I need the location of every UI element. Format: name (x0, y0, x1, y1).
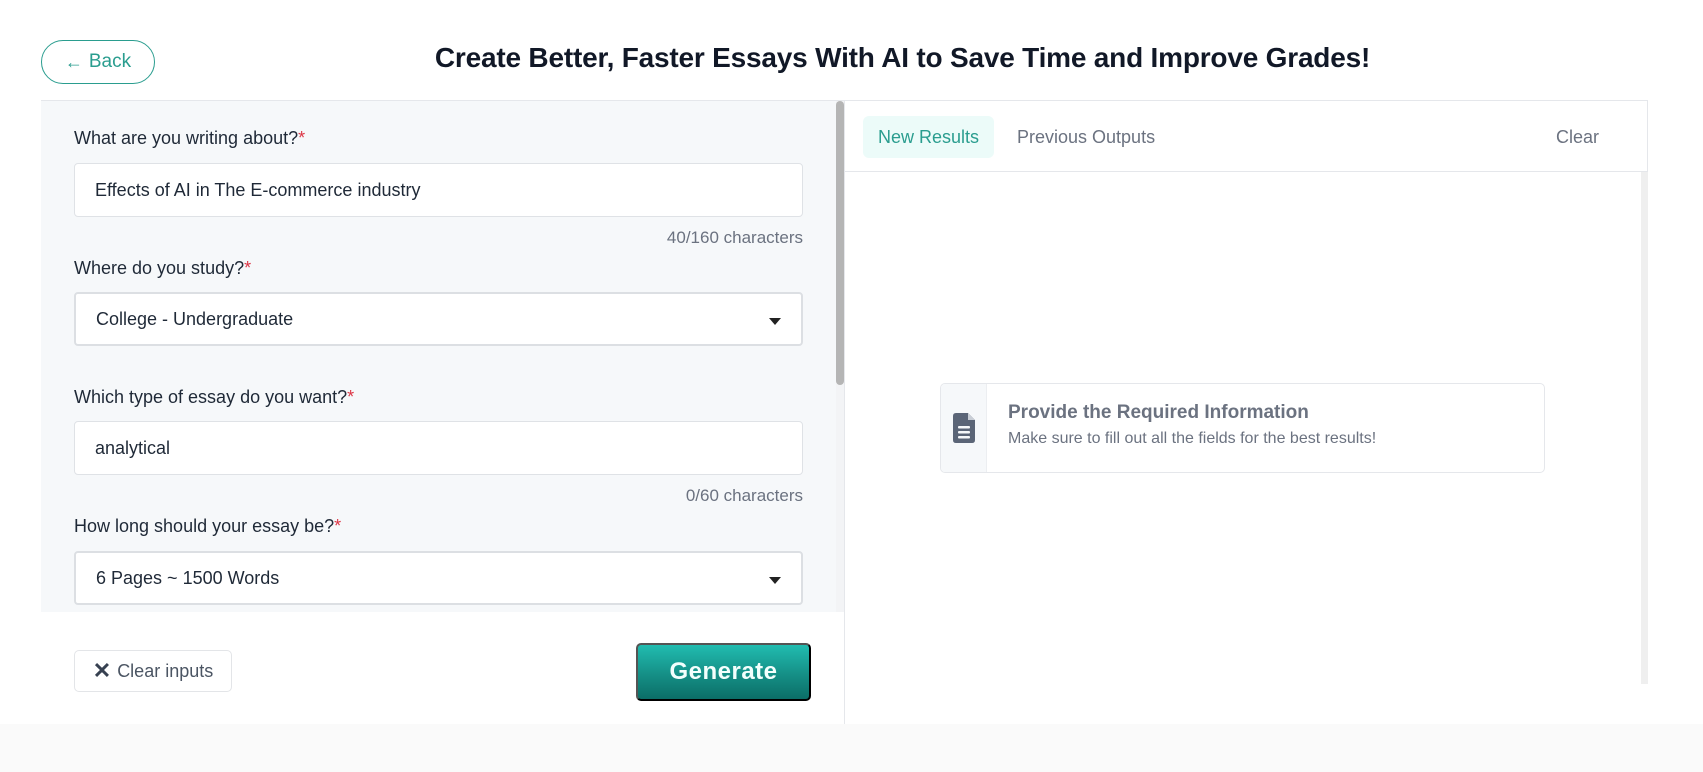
clear-inputs-button[interactable]: ✕ Clear inputs (74, 650, 232, 692)
essay-form-panel: What are you writing about?* Effects of … (41, 100, 844, 612)
chevron-down-icon (769, 576, 781, 584)
required-asterisk: * (347, 387, 355, 407)
results-scrollbar-track[interactable] (1641, 172, 1648, 684)
required-asterisk: * (298, 128, 306, 148)
study-level-label-text: Where do you study? (74, 258, 245, 278)
essay-type-input-value: analytical (95, 437, 171, 458)
file-text-icon (952, 413, 975, 443)
essay-length-label-text: How long should your essay be? (74, 516, 335, 536)
study-level-value: College - Undergraduate (96, 308, 294, 329)
empty-state-icon-cell (941, 384, 987, 472)
empty-state-card: Provide the Required Information Make su… (940, 383, 1545, 473)
page-footer-band (0, 724, 1703, 772)
study-level-select[interactable]: College - Undergraduate (74, 292, 803, 346)
topic-input[interactable]: Effects of AI in The E-commerce industry (74, 163, 803, 217)
empty-state-text: Provide the Required Information Make su… (987, 384, 1397, 472)
essay-type-char-counter: 0/60 characters (685, 486, 803, 505)
topic-input-value: Effects of AI in The E-commerce industry (95, 179, 421, 200)
required-asterisk: * (334, 516, 342, 536)
study-level-label: Where do you study?* (74, 258, 251, 279)
essay-type-input[interactable]: analytical (74, 421, 803, 475)
tab-previous-outputs[interactable]: Previous Outputs (1002, 116, 1170, 158)
empty-state-subtitle: Make sure to fill out all the fields for… (1008, 430, 1377, 447)
page-title: Create Better, Faster Essays With AI to … (434, 42, 1371, 73)
generate-button[interactable]: Generate (636, 643, 811, 701)
required-asterisk: * (244, 258, 252, 278)
essay-length-label: How long should your essay be?* (74, 516, 341, 537)
essay-type-label: Which type of essay do you want?* (74, 387, 354, 408)
clear-results-button[interactable]: Clear (1556, 116, 1599, 158)
essay-length-select[interactable]: 6 Pages ~ 1500 Words (74, 551, 803, 605)
close-icon: ✕ (92, 658, 112, 683)
topic-label: What are you writing about?* (74, 128, 305, 149)
chevron-down-icon (769, 317, 781, 325)
empty-state-title: Provide the Required Information (1008, 402, 1309, 423)
essay-length-value: 6 Pages ~ 1500 Words (96, 567, 280, 588)
results-header: New Results Previous Outputs Clear (845, 100, 1648, 172)
essay-type-label-text: Which type of essay do you want? (74, 387, 348, 407)
form-scrollbar-thumb[interactable] (836, 101, 844, 385)
topic-label-text: What are you writing about? (74, 128, 299, 148)
clear-inputs-label: Clear inputs (117, 660, 214, 681)
tab-new-results[interactable]: New Results (863, 116, 995, 158)
topic-char-counter: 40/160 characters (666, 228, 803, 247)
